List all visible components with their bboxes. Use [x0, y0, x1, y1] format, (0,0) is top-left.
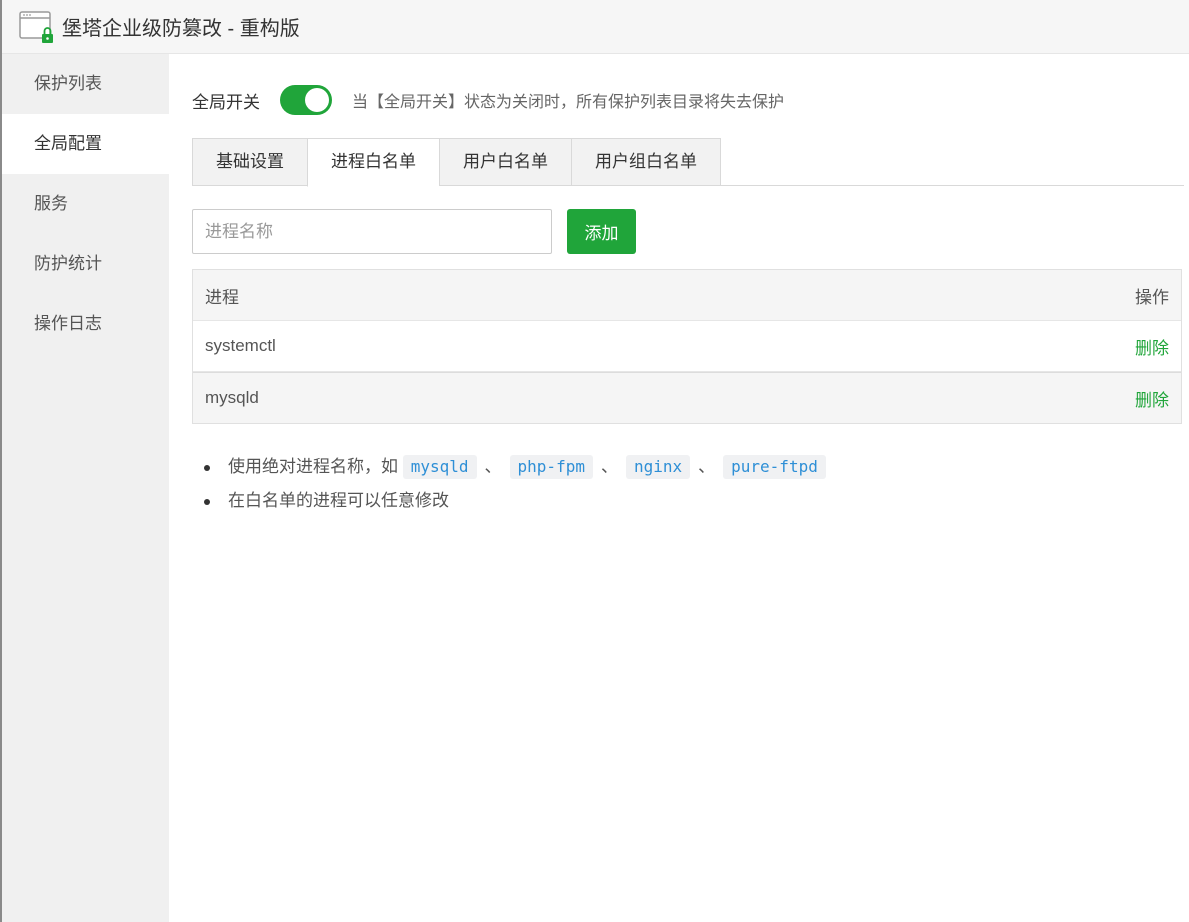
help-notes: 使用绝对进程名称，如 mysqld 、 php-fpm 、 nginx 、 pure-ftp…: [204, 450, 826, 518]
table-row: systemctl 删除: [193, 321, 1181, 372]
sidebar-item-global-config[interactable]: 全局配置: [2, 114, 169, 174]
window-lock-icon: [18, 8, 56, 46]
sidebar-item-service[interactable]: 服务: [2, 174, 169, 234]
sidebar: 保护列表 全局配置 服务 防护统计 操作日志: [2, 54, 169, 922]
global-switch-label: 全局开关: [192, 92, 260, 112]
toggle-knob: [305, 88, 329, 112]
process-table: 进程 操作 systemctl 删除 mysqld 删除: [192, 269, 1182, 424]
tab-basic-settings[interactable]: 基础设置: [192, 138, 307, 186]
delete-link[interactable]: 删除: [1135, 386, 1169, 411]
tab-process-whitelist[interactable]: 进程白名单: [307, 138, 439, 187]
tab-group-whitelist[interactable]: 用户组白名单: [571, 138, 721, 186]
process-name: mysqld: [205, 388, 259, 407]
add-process-form: 添加: [192, 209, 636, 254]
code-example: pure-ftpd: [723, 455, 826, 479]
code-example: nginx: [625, 455, 691, 479]
note-text: 在白名单的进程可以任意修改: [228, 491, 449, 510]
header-action: 操作: [1135, 287, 1169, 307]
separator: 、: [600, 457, 618, 476]
config-tabs: 基础设置 进程白名单 用户白名单 用户组白名单: [192, 138, 1184, 187]
note-item: 在白名单的进程可以任意修改: [204, 484, 826, 518]
app-title: 堡塔企业级防篡改 - 重构版: [62, 18, 300, 40]
add-button[interactable]: 添加: [567, 209, 636, 254]
header-process: 进程: [205, 287, 239, 307]
process-name-input[interactable]: [192, 209, 552, 254]
process-name: systemctl: [205, 336, 276, 355]
sidebar-item-protection-stats[interactable]: 防护统计: [2, 234, 169, 294]
app-window: 堡塔企业级防篡改 - 重构版 保护列表 全局配置 服务 防护统计 操作日志 全局…: [0, 0, 1189, 922]
title-bar: 堡塔企业级防篡改 - 重构版: [2, 0, 1189, 54]
global-switch-description: 当【全局开关】状态为关闭时，所有保护列表目录将失去保护: [352, 94, 785, 111]
table-row: mysqld 删除: [193, 372, 1181, 423]
note-item: 使用绝对进程名称，如 mysqld 、 php-fpm 、 nginx 、 pure-ftp…: [204, 450, 826, 484]
code-example: php-fpm: [509, 455, 593, 479]
sidebar-item-operation-log[interactable]: 操作日志: [2, 294, 169, 354]
note-prefix: 使用绝对进程名称，如: [228, 457, 398, 476]
global-switch-row: 全局开关 当【全局开关】状态为关闭时，所有保护列表目录将失去保护: [192, 84, 784, 116]
delete-link[interactable]: 删除: [1135, 334, 1169, 359]
sidebar-item-protect-list[interactable]: 保护列表: [2, 54, 169, 114]
global-switch-toggle[interactable]: [280, 85, 332, 115]
separator: 、: [484, 457, 502, 476]
main-content: 全局开关 当【全局开关】状态为关闭时，所有保护列表目录将失去保护 基础设置 进程…: [192, 54, 1184, 922]
tab-user-whitelist[interactable]: 用户白名单: [439, 138, 571, 186]
table-header: 进程 操作: [193, 270, 1181, 321]
separator: 、: [698, 457, 716, 476]
code-example: mysqld: [402, 455, 477, 479]
